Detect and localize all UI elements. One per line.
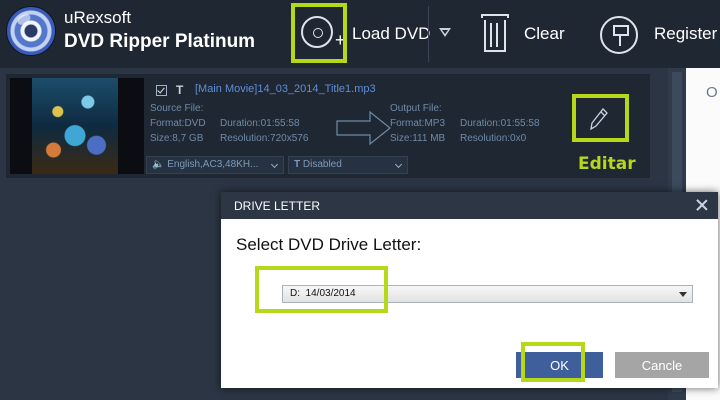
output-resolution: Resolution:0x0: [460, 133, 527, 144]
output-format: Format:MP3: [390, 118, 446, 129]
drive-select-highlight: [255, 266, 388, 313]
subtitle-icon: T: [294, 159, 301, 170]
app-logo-icon: [6, 6, 56, 56]
ok-highlight: [521, 342, 585, 382]
edit-highlight: [572, 94, 629, 142]
chevron-down-icon: [394, 160, 403, 169]
key-icon: [600, 16, 638, 54]
trash-icon: [481, 14, 509, 52]
title-icon: T: [176, 83, 184, 97]
subtitle-value: Disabled: [302, 159, 342, 170]
item-title[interactable]: [Main Movie]14_03_2014_Title1.mp3: [195, 83, 376, 95]
caret-down-icon: [439, 28, 451, 37]
top-toolbar: uRexsoft DVD Ripper Platinum + Load DVD …: [0, 0, 720, 68]
right-card-text: O: [706, 84, 718, 101]
load-dvd-highlight: [291, 3, 347, 63]
dialog-title: DRIVE LETTER: [234, 199, 321, 213]
dialog-prompt: Select DVD Drive Letter:: [236, 235, 422, 254]
subtitle-select[interactable]: T Disabled: [288, 156, 408, 174]
speaker-icon: 🔈: [152, 159, 165, 170]
brand-company: uRexsoft: [64, 8, 132, 27]
source-header: Source File:: [150, 103, 204, 114]
audio-track-select[interactable]: 🔈 English,AC3,48KH...: [146, 156, 284, 174]
brand-product: DVD Ripper Platinum: [64, 31, 256, 52]
arrow-right-icon: [336, 110, 391, 146]
drive-letter-dialog: DRIVE LETTER Select DVD Drive Letter: D:…: [221, 192, 718, 388]
dialog-header: DRIVE LETTER: [221, 192, 718, 219]
chevron-down-icon: [270, 160, 279, 169]
source-size: Size:8,7 GB: [150, 133, 204, 144]
output-duration: Duration:01:55:58: [460, 118, 540, 129]
register-label: Register: [654, 24, 718, 43]
item-checkbox[interactable]: [156, 85, 167, 96]
source-format: Format:DVD: [150, 118, 206, 129]
audio-track-value: English,AC3,48KH...: [167, 159, 259, 170]
output-header: Output File:: [390, 103, 442, 114]
load-dvd-label: Load DVD: [352, 24, 431, 43]
close-icon[interactable]: [696, 199, 708, 211]
load-dvd-dropdown[interactable]: [428, 6, 452, 62]
dropdown-arrow-icon: [679, 292, 687, 297]
source-duration: Duration:01:55:58: [220, 118, 300, 129]
cancel-button[interactable]: Cancle: [615, 352, 709, 378]
source-resolution: Resolution:720x576: [220, 133, 309, 144]
clear-label: Clear: [524, 24, 565, 43]
video-thumbnail: [10, 78, 144, 174]
list-item[interactable]: T [Main Movie]14_03_2014_Title1.mp3 Sour…: [6, 74, 650, 178]
output-size: Size:111 MB: [390, 133, 446, 144]
edit-annotation: Editar: [578, 154, 636, 174]
